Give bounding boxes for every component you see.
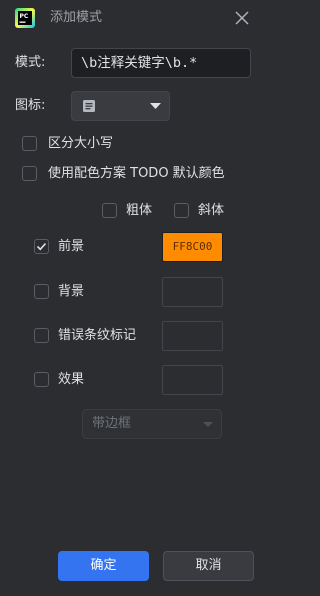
ok-button[interactable]: 确定 <box>58 551 149 581</box>
chevron-down-icon <box>203 422 213 427</box>
use-todo-color-checkbox[interactable] <box>22 166 37 181</box>
effects-color-swatch[interactable] <box>162 365 223 395</box>
pattern-label: 模式: <box>15 55 46 70</box>
bold-label: 粗体 <box>126 203 153 218</box>
checkmark-icon <box>36 242 47 251</box>
dialog-title: 添加模式 <box>50 10 103 25</box>
pattern-input[interactable]: \b注释关键字\b.* <box>71 48 251 78</box>
effect-type-value: 带边框 <box>92 416 132 431</box>
cancel-button[interactable]: 取消 <box>163 551 254 581</box>
effects-checkbox[interactable] <box>34 372 49 387</box>
case-sensitive-checkbox[interactable] <box>22 136 37 151</box>
case-sensitive-label: 区分大小写 <box>48 136 114 151</box>
background-checkbox[interactable] <box>34 284 49 299</box>
title-bar: PC 添加模式 <box>0 0 273 36</box>
close-icon[interactable] <box>233 9 251 27</box>
chevron-down-icon <box>150 103 161 109</box>
error-stripe-color-swatch[interactable] <box>162 321 223 351</box>
error-stripe-label: 错误条纹标记 <box>58 328 137 343</box>
bold-checkbox[interactable] <box>102 203 117 218</box>
background-color-swatch[interactable] <box>162 277 223 307</box>
effect-type-dropdown[interactable]: 带边框 <box>82 409 222 439</box>
foreground-label: 前景 <box>58 239 85 254</box>
icon-label: 图标: <box>15 98 46 113</box>
italic-checkbox[interactable] <box>174 203 189 218</box>
effects-label: 效果 <box>58 372 85 387</box>
pycharm-logo-icon: PC <box>15 8 35 28</box>
icon-dropdown[interactable] <box>71 91 170 121</box>
note-icon <box>83 100 95 112</box>
italic-label: 斜体 <box>198 203 225 218</box>
svg-text:PC: PC <box>20 13 29 20</box>
background-label: 背景 <box>58 284 85 299</box>
foreground-checkbox[interactable] <box>34 239 49 254</box>
use-todo-color-label: 使用配色方案 TODO 默认颜色 <box>48 166 225 181</box>
error-stripe-checkbox[interactable] <box>34 328 49 343</box>
foreground-color-swatch[interactable]: FF8C00 <box>162 232 223 262</box>
